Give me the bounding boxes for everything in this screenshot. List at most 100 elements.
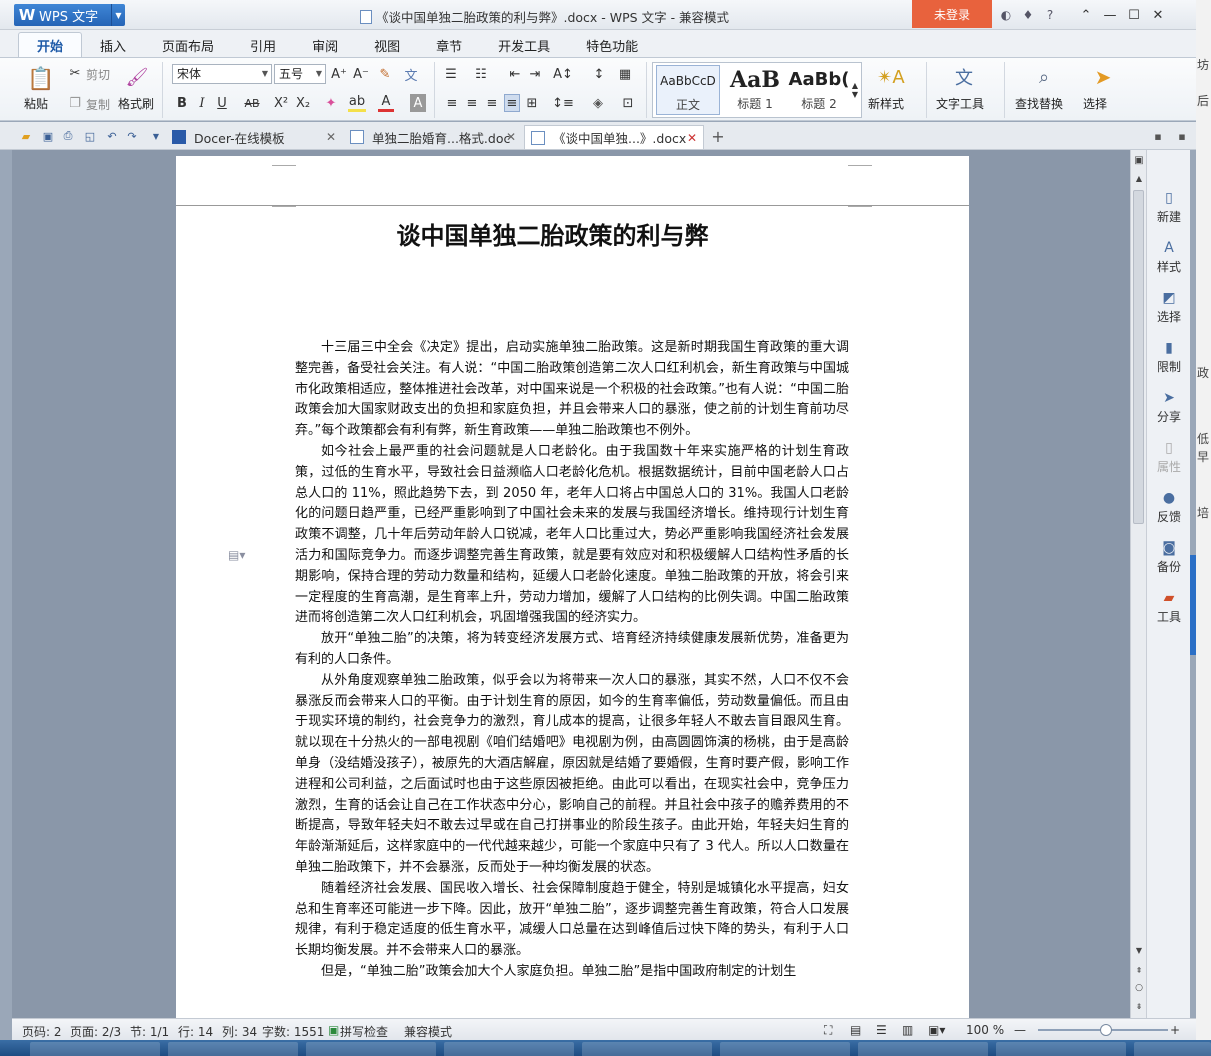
document-body[interactable]: 十三届三中全会《决定》提出，启动实施单独二胎政策。这是新时期我国生育政策的重大调… [295,338,849,983]
open-folder-icon[interactable]: ▰ [18,128,34,144]
taskbar-item[interactable] [582,1042,712,1056]
taskbar-item[interactable] [720,1042,850,1056]
vertical-scrollbar[interactable]: ▣ ▲ ▼ ⇞ ○ ⇟ [1130,150,1146,1018]
bullets-icon[interactable]: ☰ [442,65,460,83]
superscript-icon[interactable]: X² [272,94,290,112]
print-preview-icon[interactable]: ◱ [82,128,98,144]
side-backup[interactable]: ◙ 备份 [1147,540,1191,575]
close-icon[interactable]: ✕ [326,130,336,144]
scroll-thumb[interactable] [1133,190,1144,524]
paragraph[interactable]: 随着经济社会发展、国民收入增长、社会保障制度趋于健全，特别是城镇化水平提高，妇女… [295,879,849,962]
pinyin-guide-icon[interactable]: 文 [400,65,422,84]
new-style-button[interactable]: 新样式 [868,95,904,112]
distributed-icon[interactable]: ⊞ [524,94,540,112]
format-painter-icon[interactable]: 🖌 [124,64,150,90]
tab-references[interactable]: 引用 [232,32,294,58]
ruler-toggle-icon[interactable]: ▣ [1131,152,1147,168]
strikethrough-icon[interactable]: AB [242,94,262,112]
increase-indent-icon[interactable]: ⇥ [526,65,544,83]
side-restrict[interactable]: ▮ 限制 [1147,340,1191,375]
document-page[interactable]: 谈中国单独二胎政策的利与弊 十三届三中全会《决定》提出，启动实施单独二胎政策。这… [176,156,969,1018]
bold-icon[interactable]: B [174,94,190,112]
word-count[interactable]: 字数: 1551 [262,1023,324,1040]
style-heading-1[interactable]: AaB 标题 1 [723,65,787,115]
collapse-ribbon-icon[interactable]: ⌃ [1074,3,1098,27]
side-select[interactable]: ◩ 选择 [1147,290,1191,325]
paste-button[interactable]: 粘贴 [24,95,48,112]
paragraph[interactable]: 从外角度观察单独二胎政策，似乎会以为将带来一次人口的暴涨，其实不然，人口不仅不会… [295,671,849,879]
taskbar-item[interactable] [168,1042,298,1056]
close-icon[interactable]: ✕ [506,130,516,144]
redo-icon[interactable]: ↷ [124,128,140,144]
side-new[interactable]: ▯ 新建 [1147,190,1191,225]
web-view-icon[interactable]: ▥ [902,1023,913,1037]
line-spacing-icon[interactable]: ↕≡ [552,94,574,112]
styles-scroll-icon[interactable]: ▲ ▼ [849,65,861,115]
fit-page-icon[interactable]: ⛶ [824,1023,832,1038]
align-center-icon[interactable]: ≡ [464,94,480,112]
undo-icon[interactable]: ↶ [104,128,120,144]
zoom-out-icon[interactable]: — [1014,1023,1026,1037]
taskbar-item[interactable] [858,1042,988,1056]
zoom-level[interactable]: 100 % [966,1023,1004,1037]
cut-button[interactable]: 剪切 [86,66,110,83]
tab-special-features[interactable]: 特色功能 [568,32,656,58]
document-workspace[interactable]: 谈中国单独二胎政策的利与弊 十三届三中全会《决定》提出，启动实施单独二胎政策。这… [12,150,1130,1018]
font-size-select[interactable]: 五号 ▼ [274,64,326,84]
prev-page-icon[interactable]: ⇞ [1131,962,1147,978]
tab-page-layout[interactable]: 页面布局 [144,32,232,58]
zoom-slider-handle[interactable] [1100,1024,1112,1036]
paragraph[interactable]: 十三届三中全会《决定》提出，启动实施单独二胎政策。这是新时期我国生育政策的重大调… [295,338,849,442]
borders-icon[interactable]: ⊡ [618,94,638,112]
minimize-button[interactable]: — [1098,3,1122,27]
style-heading-2[interactable]: AaBb( 标题 2 [787,65,851,115]
side-properties[interactable]: ▯ 属性 [1147,440,1191,475]
paragraph[interactable]: 如今社会上最严重的社会问题就是人口老龄化。由于我国数十年来实施严格的计划生育政策… [295,442,849,629]
tab-docer-templates[interactable]: Docer-在线模板 ✕ [166,125,342,149]
copy-icon[interactable]: ❐ [66,94,84,112]
new-tab-icon[interactable]: + [710,127,726,146]
browse-object-icon[interactable]: ○ [1131,980,1147,996]
taskbar-item[interactable] [996,1042,1126,1056]
tab-chapter[interactable]: 章节 [418,32,480,58]
shirt-icon[interactable]: ♦ [1018,5,1038,25]
clear-format-icon[interactable]: ✎ [376,65,394,83]
side-styles[interactable]: A 样式 [1147,240,1191,275]
side-feedback[interactable]: ● 反馈 [1147,490,1191,525]
paragraph[interactable]: 但是，“单独二胎”政策会加大个人家庭负担。单独二胎”是指中国政府制定的计划生 [295,962,849,983]
close-icon[interactable]: ✕ [687,131,697,145]
cut-icon[interactable]: ✂ [66,64,84,82]
taskbar-item[interactable] [1134,1042,1211,1056]
print-icon[interactable]: ⎙ [60,128,76,144]
format-painter-button[interactable]: 格式刷 [118,95,154,112]
style-normal[interactable]: AaBbCcD 正文 [656,65,720,115]
maximize-button[interactable]: ☐ [1122,3,1146,27]
taskbar-item[interactable] [306,1042,436,1056]
new-style-icon[interactable]: ✴A [877,64,904,90]
taskbar-item[interactable] [30,1042,160,1056]
align-left-icon[interactable]: ≡ [444,94,460,112]
tab-document-2[interactable]: 单独二胎婚育...格式.doc ✕ [344,125,522,149]
zoom-in-icon[interactable]: + [1170,1023,1180,1037]
binoculars-icon[interactable]: ⌕ [1030,64,1058,90]
font-name-select[interactable]: 宋体 ▼ [172,64,272,84]
tab-view[interactable]: 视图 [356,32,418,58]
scroll-down-icon[interactable]: ▼ [1131,942,1147,958]
grow-font-icon[interactable]: A⁺ [330,65,348,83]
align-right-icon[interactable]: ≡ [484,94,500,112]
chevron-down-icon[interactable]: ▼ [111,4,125,26]
reading-view-icon[interactable]: ▣▾ [928,1023,945,1037]
customize-toolbar-icon[interactable]: ▼ [148,128,164,144]
tab-menu-icon[interactable]: ▪ [1174,128,1190,144]
tab-developer[interactable]: 开发工具 [480,32,568,58]
help-icon[interactable]: ? [1040,5,1060,25]
font-color-icon[interactable]: A [378,94,394,112]
wps-app-menu-button[interactable]: W WPS 文字 ▼ [14,4,125,26]
scroll-up-icon[interactable]: ▲ [1131,170,1147,186]
underline-icon[interactable]: U [214,94,230,112]
login-button[interactable]: 未登录 [912,0,992,28]
paragraph-layout-icon[interactable]: ▤▾ [228,548,245,562]
tab-list-icon[interactable]: ▪ [1150,128,1166,144]
tab-review[interactable]: 审阅 [294,32,356,58]
side-tools[interactable]: ▰ 工具 [1147,590,1191,625]
